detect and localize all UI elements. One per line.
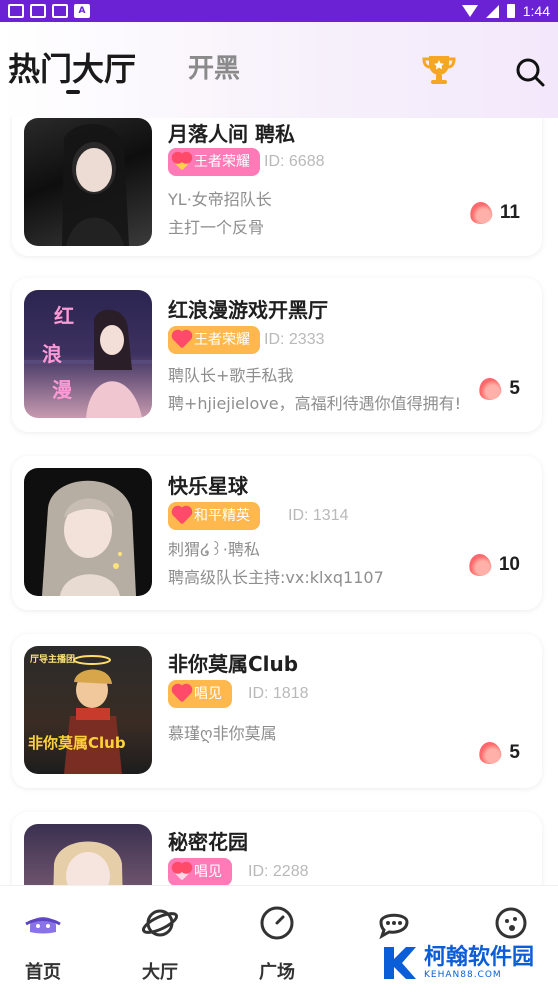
heart-icon — [173, 685, 191, 703]
chat-icon — [379, 913, 409, 940]
heart-icon — [173, 153, 191, 171]
heart-icon — [173, 331, 191, 349]
room-id: ID: 1818 — [248, 685, 309, 702]
game-tag: 王者荣耀 — [168, 148, 260, 176]
room-card[interactable]: 红 浪 漫 红浪漫游戏开黑厅 王者荣耀 ID: 2333 聘队长+歌手私我 聘+… — [12, 278, 542, 432]
room-desc-line: 主打一个反骨 — [168, 218, 265, 237]
game-tag: 唱见 — [168, 680, 232, 708]
room-desc-line: 聘+hjiejielove，高福利待遇你值得拥有! — [168, 394, 461, 413]
status-bar: A 1:44 — [0, 0, 558, 22]
heart-icon — [173, 507, 191, 525]
cover-top-text: 厅导主播团 — [30, 655, 76, 665]
game-tag: 唱见 — [168, 858, 232, 885]
tab-hot-lobby[interactable]: 热门大厅 — [8, 44, 136, 90]
room-heat: 5 — [477, 376, 520, 402]
search-icon[interactable] — [514, 56, 546, 88]
room-heat: 10 — [467, 552, 520, 578]
cover-text: 漫 — [52, 378, 72, 402]
status-left: A — [8, 4, 90, 18]
room-id: ID: 2333 — [264, 331, 325, 348]
room-heat: 5 — [477, 740, 520, 766]
heat-count: 5 — [509, 742, 520, 763]
watermark-text: 柯翰软件园 KEHAN88.COM — [424, 945, 535, 981]
room-cover-image — [24, 118, 152, 246]
cover-text: 红 — [54, 304, 74, 328]
room-card[interactable]: 月落人间 聘私 王者荣耀 ID: 6688 YL·女帝招队长 主打一个反骨 11 — [12, 118, 542, 256]
header: 热门大厅 开黑 — [0, 22, 558, 118]
flame-icon — [477, 740, 504, 766]
room-cover-image — [24, 824, 152, 885]
room-cover-image — [24, 468, 152, 596]
room-host-line: 聘队长+歌手私我 — [168, 366, 294, 385]
nav-square-label: 广场 — [259, 962, 295, 983]
room-name: 非你莫属Club — [168, 652, 299, 676]
heart-icon — [173, 863, 191, 881]
flame-icon — [468, 200, 494, 226]
app-icon: A — [74, 4, 90, 18]
flame-icon — [477, 376, 504, 402]
nav-square[interactable]: 广场 — [237, 904, 317, 984]
game-tag-label: 王者荣耀 — [194, 154, 250, 170]
heat-count: 11 — [499, 202, 520, 223]
cover-text: 非你莫属Club — [28, 734, 126, 752]
game-tag-label: 和平精英 — [194, 508, 250, 524]
planet-icon — [141, 909, 179, 937]
room-name: 秘密花园 — [168, 830, 248, 854]
game-tag-label: 唱见 — [194, 686, 222, 702]
compass-icon — [260, 906, 294, 940]
room-cover-image: 红 浪 漫 — [24, 290, 152, 418]
room-list[interactable]: 月落人间 聘私 王者荣耀 ID: 6688 YL·女帝招队长 主打一个反骨 11… — [0, 118, 558, 885]
room-card[interactable]: 秘密花园 唱见 ID: 2288 — [12, 812, 542, 885]
clock: 1:44 — [522, 3, 550, 19]
home-planet-icon — [25, 917, 61, 934]
mail-icon — [52, 4, 68, 18]
room-name: 月落人间 聘私 — [168, 122, 295, 146]
heat-count: 10 — [498, 554, 520, 575]
nav-home[interactable]: 首页 — [3, 904, 83, 984]
nav-lobby[interactable]: 大厅 — [120, 904, 200, 984]
watermark: 柯翰软件园 KEHAN88.COM — [378, 940, 548, 986]
nav-home-label: 首页 — [25, 962, 61, 983]
tab-kaihei[interactable]: 开黑 — [188, 48, 240, 85]
status-right: 1:44 — [461, 3, 550, 19]
kehan-logo-icon — [384, 947, 416, 979]
battery-icon — [506, 4, 515, 18]
room-card[interactable]: 厅导主播团 非你莫属Club 非你莫属Club 唱见 ID: 1818 慕瑾ღ非… — [12, 634, 542, 788]
room-desc-line: 聘高级队长主持:vx:klxq1107 — [168, 568, 384, 587]
room-name: 红浪漫游戏开黑厅 — [168, 298, 328, 322]
face-icon — [495, 907, 527, 939]
room-id: ID: 6688 — [264, 153, 325, 170]
trophy-icon[interactable] — [420, 50, 458, 88]
room-host-line: 慕瑾ღ非你莫属 — [168, 724, 277, 743]
watermark-title: 柯翰软件园 — [424, 945, 535, 970]
room-id: ID: 1314 — [288, 507, 349, 524]
room-host-line: YL·女帝招队长 — [168, 190, 272, 209]
game-tag-label: 王者荣耀 — [194, 332, 250, 348]
cover-text: 浪 — [42, 342, 62, 366]
heat-count: 5 — [509, 378, 520, 399]
room-host-line: 刺猬໒꒱·聘私 — [168, 540, 260, 559]
game-tag: 和平精英 — [168, 502, 260, 530]
mail-icon — [30, 4, 46, 18]
signal-icon — [485, 4, 499, 18]
game-tag-label: 唱见 — [194, 864, 222, 880]
nav-lobby-label: 大厅 — [142, 962, 178, 983]
wifi-icon — [461, 5, 478, 17]
room-heat: 11 — [468, 200, 520, 226]
flame-icon — [467, 552, 493, 578]
room-id: ID: 2288 — [248, 863, 309, 880]
room-cover-image: 厅导主播团 非你莫属Club — [24, 646, 152, 774]
mail-icon — [8, 4, 24, 18]
watermark-subtitle: KEHAN88.COM — [424, 970, 502, 980]
game-tag: 王者荣耀 — [168, 326, 260, 354]
room-card[interactable]: 快乐星球 和平精英 ID: 1314 刺猬໒꒱·聘私 聘高级队长主持:vx:kl… — [12, 456, 542, 610]
room-name: 快乐星球 — [168, 474, 248, 498]
active-tab-indicator — [66, 90, 80, 94]
